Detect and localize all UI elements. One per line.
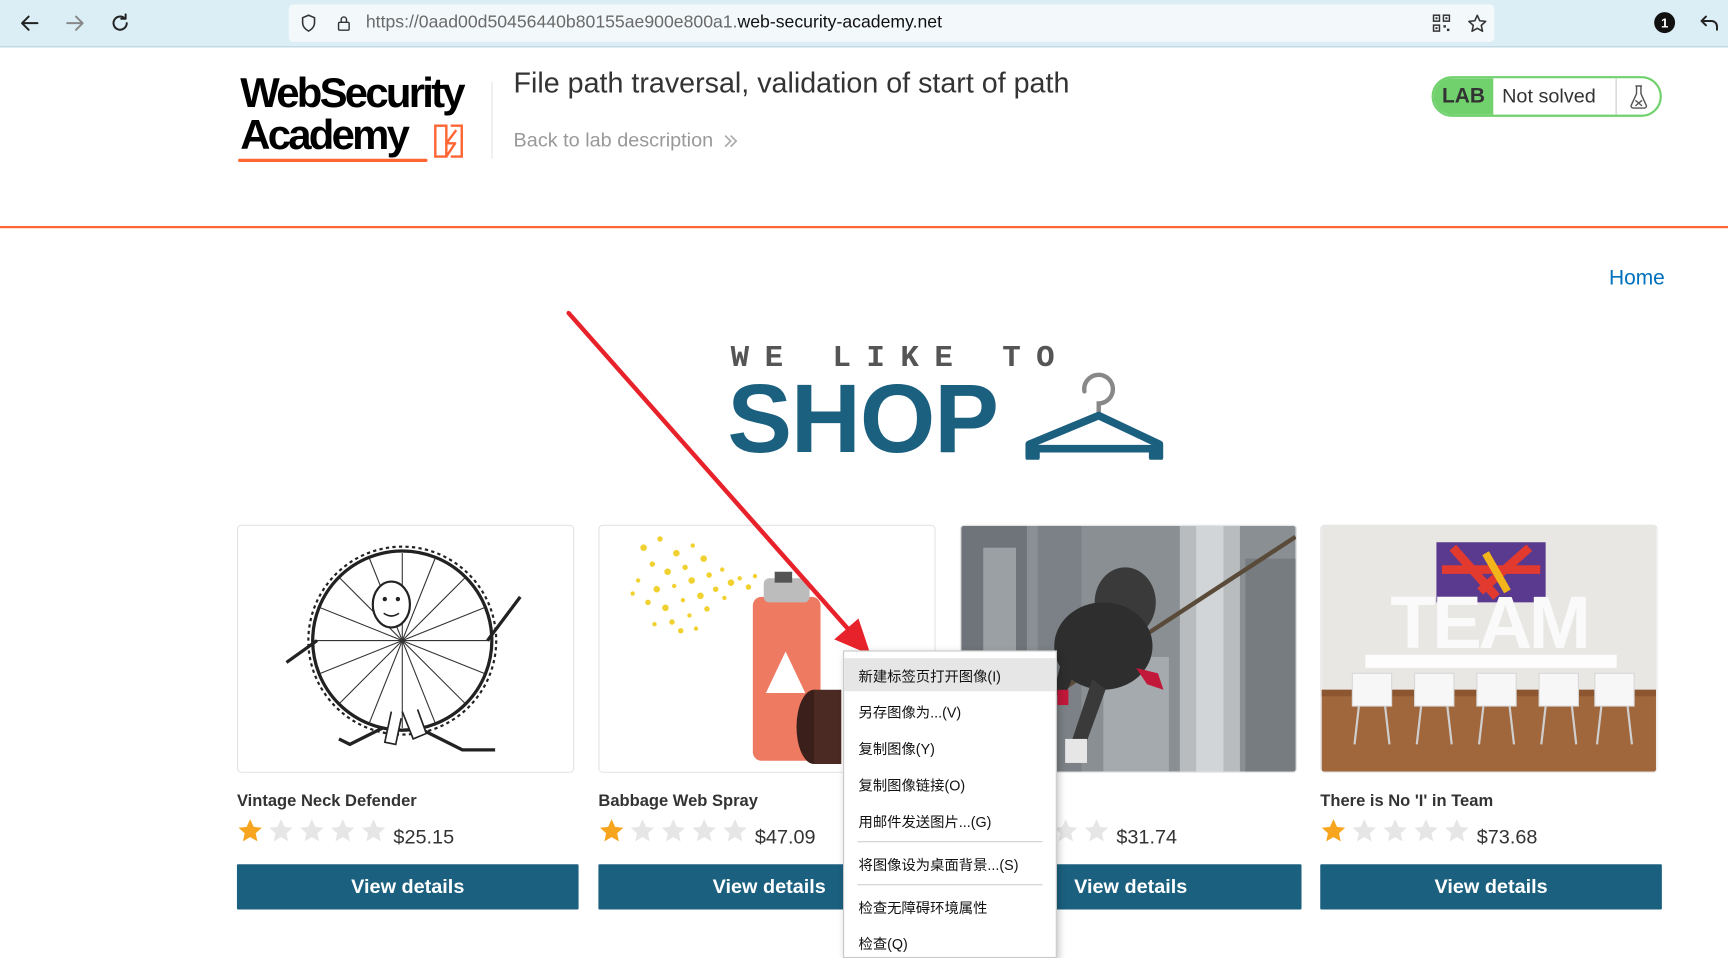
- star-empty-icon: [1414, 819, 1438, 842]
- ctx-open-image-new-tab[interactable]: 新建标签页打开图像(I): [844, 658, 1056, 692]
- ctx-save-image-as[interactable]: 另存图像为...(V): [844, 695, 1056, 728]
- product-name: Babbage Web Spray: [598, 791, 758, 811]
- back-to-lab-description-link[interactable]: Back to lab description: [514, 129, 740, 152]
- star-rating: [237, 818, 387, 844]
- star-empty-icon: [1445, 819, 1469, 842]
- url-text[interactable]: https://0aad00d50456440b80155ae900e800a1…: [366, 13, 942, 33]
- product-image[interactable]: [236, 524, 575, 773]
- header-divider: [491, 81, 493, 159]
- page-root: https://0aad00d50456440b80155ae900e800a1…: [0, 0, 1728, 958]
- url-domain: web-security-academy.net: [737, 13, 943, 32]
- undo-icon[interactable]: [1693, 8, 1726, 39]
- product-name: There is No 'I' in Team: [1320, 791, 1494, 811]
- lab-tag: LAB: [1433, 78, 1494, 115]
- logo-underline: [238, 158, 428, 163]
- star-empty-icon: [723, 819, 747, 842]
- star-empty-icon: [331, 819, 355, 842]
- star-empty-icon: [300, 819, 324, 842]
- stage: https://0aad00d50456440b80155ae900e800a1…: [0, 0, 1728, 958]
- lightning-bolt-icon: [434, 124, 463, 158]
- star-empty-icon: [361, 819, 386, 842]
- view-details-button[interactable]: View details: [236, 864, 579, 910]
- lab-status-widget: LAB Not solved: [1431, 76, 1662, 117]
- flask-icon: [1617, 78, 1660, 114]
- ctx-inspect[interactable]: 检查(Q): [844, 926, 1056, 958]
- menu-separator: [857, 841, 1043, 843]
- star-filled-icon: [1321, 819, 1346, 842]
- home-link[interactable]: Home: [1609, 267, 1665, 291]
- star-empty-icon: [1352, 819, 1377, 842]
- header-orange-rule: [0, 225, 1728, 229]
- double-chevron-right-icon: [724, 134, 738, 147]
- browser-toolbar: https://0aad00d50456440b80155ae900e800a1…: [0, 0, 1728, 48]
- hero-title: SHOP: [727, 363, 999, 473]
- ctx-set-desktop-background[interactable]: 将图像设为桌面背景...(S): [844, 847, 1056, 880]
- product-name: Vintage Neck Defender: [236, 791, 417, 811]
- product-image[interactable]: TEAM: [1320, 524, 1658, 773]
- star-filled-icon: [599, 819, 624, 842]
- lab-title: File path traversal, validation of start…: [513, 66, 1070, 100]
- bookmark-star-icon[interactable]: [1466, 12, 1488, 34]
- product-price: $47.09: [754, 825, 816, 848]
- image-context-menu: 新建标签页打开图像(I) 另存图像为...(V) 复制图像(Y) 复制图像链接(…: [843, 650, 1057, 958]
- ctx-copy-image-link[interactable]: 复制图像链接(O): [844, 767, 1056, 800]
- star-empty-icon: [661, 819, 686, 842]
- reload-icon[interactable]: [104, 8, 137, 39]
- address-bar[interactable]: https://0aad00d50456440b80155ae900e800a1…: [288, 4, 1495, 42]
- logo-line1: WebSecurity: [240, 70, 465, 117]
- qr-code-icon[interactable]: [1430, 12, 1452, 34]
- svg-text:TEAM: TEAM: [1390, 581, 1587, 664]
- product-price: $25.15: [393, 825, 455, 848]
- star-empty-icon: [269, 819, 293, 842]
- forward-arrow-icon[interactable]: [58, 8, 91, 39]
- lab-status-text: Not solved: [1493, 78, 1617, 115]
- back-arrow-icon[interactable]: [13, 8, 46, 39]
- star-rating: [1320, 818, 1470, 844]
- star-empty-icon: [1084, 819, 1109, 842]
- back-link-label: Back to lab description: [513, 128, 714, 152]
- product-price: $73.68: [1476, 825, 1538, 848]
- ctx-email-image[interactable]: 用邮件发送图片...(G): [844, 804, 1056, 837]
- menu-separator: [857, 884, 1043, 886]
- lock-icon[interactable]: [333, 12, 355, 34]
- ctx-inspect-accessibility[interactable]: 检查无障碍环境属性: [844, 890, 1056, 923]
- web-security-academy-logo[interactable]: WebSecurity Academy: [238, 71, 491, 170]
- view-details-button[interactable]: View details: [1320, 864, 1662, 910]
- url-prefix: https://0aad00d50456440b80155ae900e800a1…: [365, 13, 738, 32]
- clothes-hanger-icon: [1025, 372, 1164, 460]
- product-price: $31.74: [1116, 825, 1178, 848]
- star-empty-icon: [692, 819, 716, 842]
- we-like-to-shop-banner: WE LIKE TO SHOP: [727, 336, 1179, 468]
- logo-line2: Academy: [240, 112, 410, 159]
- ctx-copy-image[interactable]: 复制图像(Y): [844, 731, 1056, 764]
- star-filled-icon: [238, 819, 262, 842]
- shield-icon[interactable]: [298, 12, 320, 34]
- extension-badge-icon[interactable]: 1: [1654, 12, 1676, 34]
- star-empty-icon: [1383, 819, 1407, 842]
- star-empty-icon: [630, 819, 655, 842]
- star-rating: [598, 818, 748, 844]
